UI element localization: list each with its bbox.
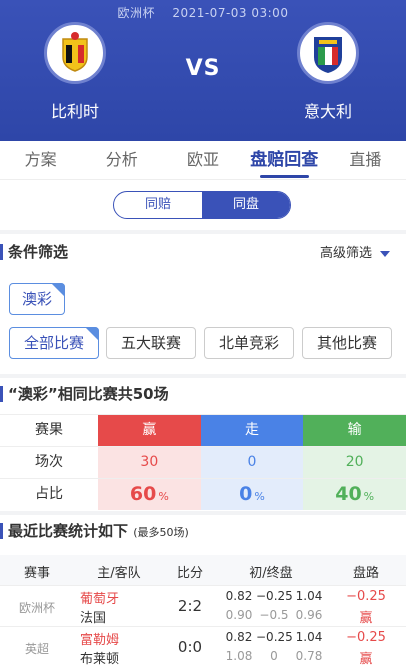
col-odds: 初/终盘 bbox=[249, 566, 293, 581]
close-away: 0.96 bbox=[295, 608, 323, 622]
tab-live[interactable]: 直播 bbox=[325, 141, 406, 179]
match-home: 葡萄牙 bbox=[80, 592, 120, 607]
close-line: −0.5 bbox=[259, 608, 289, 622]
recent-section: 最近比赛统计如下 (最多50场) 赛事 主/客队 比分 初/终盘 盘路 欧洲杯 … bbox=[0, 515, 406, 668]
chip-lottery[interactable]: 北单竞彩 bbox=[204, 327, 294, 359]
draw-header: 走 bbox=[200, 415, 304, 446]
match-line: −0.25 bbox=[346, 589, 386, 604]
count-label: 场次 bbox=[35, 454, 63, 470]
match-meta: 欧洲杯 2021-07-03 03:00 bbox=[0, 4, 406, 21]
pct-label: 占比 bbox=[35, 486, 63, 502]
draw-pct-value: 0 bbox=[239, 483, 253, 505]
segmented-control: 同赔 同盘 bbox=[113, 191, 291, 219]
match-score: 2:2 bbox=[177, 597, 203, 615]
stats-header-row: 赛果 赢 走 输 bbox=[0, 414, 406, 446]
company-chip[interactable]: 澳彩 bbox=[9, 283, 65, 315]
col-line: 盘路 bbox=[352, 566, 379, 581]
away-team-name: 意大利 bbox=[303, 102, 352, 121]
stats-table: 赛果 赢 走 输 场次 30 0 20 占比 60% 0% 40% bbox=[0, 414, 406, 510]
stats-title: “澳彩”相同比赛共50场 bbox=[0, 384, 169, 404]
filter-section: 条件筛选 高级筛选 澳彩 全部比赛 五大联赛 北单竞彩 其他比赛 bbox=[0, 234, 406, 374]
lose-pct-value: 40 bbox=[335, 483, 362, 505]
advanced-filter-label: 高级筛选 bbox=[319, 246, 372, 261]
home-team-name: 比利时 bbox=[50, 102, 99, 121]
open-line: −0.25 bbox=[256, 589, 293, 603]
match-away: 布莱顿 bbox=[80, 652, 120, 667]
win-count: 30 bbox=[98, 447, 201, 478]
win-pct-value: 60 bbox=[129, 483, 157, 505]
open-line: −0.25 bbox=[256, 630, 293, 644]
tab-odds[interactable]: 欧亚 bbox=[162, 141, 243, 179]
page: 欧洲杯 2021-07-03 03:00 比利时 VS 意大利 方案 分析 欧亚… bbox=[0, 0, 406, 668]
chip-top-leagues[interactable]: 五大联赛 bbox=[106, 327, 196, 359]
open-away: 1.04 bbox=[295, 630, 323, 644]
italy-crest-icon bbox=[297, 22, 359, 84]
open-home: 0.82 bbox=[225, 630, 253, 644]
match-home: 富勒姆 bbox=[80, 633, 120, 648]
advanced-filter-button[interactable]: 高级筛选 bbox=[320, 242, 390, 261]
match-header: 欧洲杯 2021-07-03 03:00 比利时 VS 意大利 bbox=[0, 0, 406, 141]
match-away: 法国 bbox=[80, 611, 107, 626]
win-header: 赢 bbox=[98, 415, 201, 446]
match-result: 赢 bbox=[359, 652, 373, 667]
close-away: 0.78 bbox=[295, 649, 323, 663]
match-league: 欧洲杯 bbox=[18, 601, 55, 615]
recent-title-text: 最近比赛统计如下 bbox=[8, 522, 129, 540]
tab-bar: 方案 分析 欧亚 盘赔回查 直播 bbox=[0, 141, 406, 180]
draw-count: 0 bbox=[200, 447, 304, 478]
match-row[interactable]: 欧洲杯 葡萄牙 法国 2:2 0.82 −0.25 1.04 0.90 −0.5… bbox=[0, 585, 406, 626]
close-home: 0.90 bbox=[225, 608, 253, 622]
pct-unit: % bbox=[158, 490, 169, 503]
lose-count: 20 bbox=[303, 447, 406, 478]
open-home: 0.82 bbox=[225, 589, 253, 603]
match-league: 英超 bbox=[24, 642, 49, 656]
segment-same-odds[interactable]: 同赔 bbox=[114, 192, 202, 218]
stats-pct-row: 占比 60% 0% 40% bbox=[0, 478, 406, 510]
chip-all-matches[interactable]: 全部比赛 bbox=[9, 327, 99, 359]
tab-analysis[interactable]: 分析 bbox=[81, 141, 162, 179]
pct-unit: % bbox=[254, 490, 265, 503]
match-result: 赢 bbox=[359, 611, 373, 626]
recent-header-row: 赛事 主/客队 比分 初/终盘 盘路 bbox=[0, 555, 406, 585]
caret-down-icon bbox=[380, 250, 390, 257]
lose-header: 输 bbox=[303, 415, 406, 446]
away-team[interactable]: 意大利 bbox=[283, 22, 373, 122]
close-line: 0 bbox=[270, 649, 278, 663]
col-teams: 主/客队 bbox=[97, 566, 141, 581]
close-home: 1.08 bbox=[225, 649, 253, 663]
draw-pct: 0% bbox=[200, 479, 304, 510]
result-label: 赛果 bbox=[35, 422, 63, 438]
col-league: 赛事 bbox=[23, 566, 50, 581]
filter-title: 条件筛选 bbox=[0, 242, 68, 262]
segment-section: 同赔 同盘 bbox=[0, 180, 406, 230]
lose-pct: 40% bbox=[303, 479, 406, 510]
recent-title: 最近比赛统计如下 (最多50场) bbox=[0, 521, 189, 541]
segment-same-line[interactable]: 同盘 bbox=[202, 192, 290, 218]
col-score: 比分 bbox=[176, 566, 203, 581]
tab-plan[interactable]: 方案 bbox=[0, 141, 81, 179]
open-away: 1.04 bbox=[295, 589, 323, 603]
stats-count-row: 场次 30 0 20 bbox=[0, 446, 406, 478]
pct-unit: % bbox=[363, 490, 375, 503]
win-pct: 60% bbox=[98, 479, 201, 510]
recent-note: (最多50场) bbox=[133, 526, 189, 539]
stats-section: “澳彩”相同比赛共50场 赛果 赢 走 输 场次 30 0 20 占比 60% … bbox=[0, 378, 406, 511]
competition-label: 欧洲杯 bbox=[117, 6, 156, 20]
match-line: −0.25 bbox=[346, 630, 386, 645]
match-score: 0:0 bbox=[177, 638, 203, 656]
match-datetime: 2021-07-03 03:00 bbox=[172, 6, 289, 20]
tab-odds-history[interactable]: 盘赔回查 bbox=[244, 141, 325, 179]
chip-other[interactable]: 其他比赛 bbox=[302, 327, 392, 359]
match-row[interactable]: 英超 富勒姆 布莱顿 0:0 0.82 −0.25 1.04 1.08 0 0.… bbox=[0, 626, 406, 667]
